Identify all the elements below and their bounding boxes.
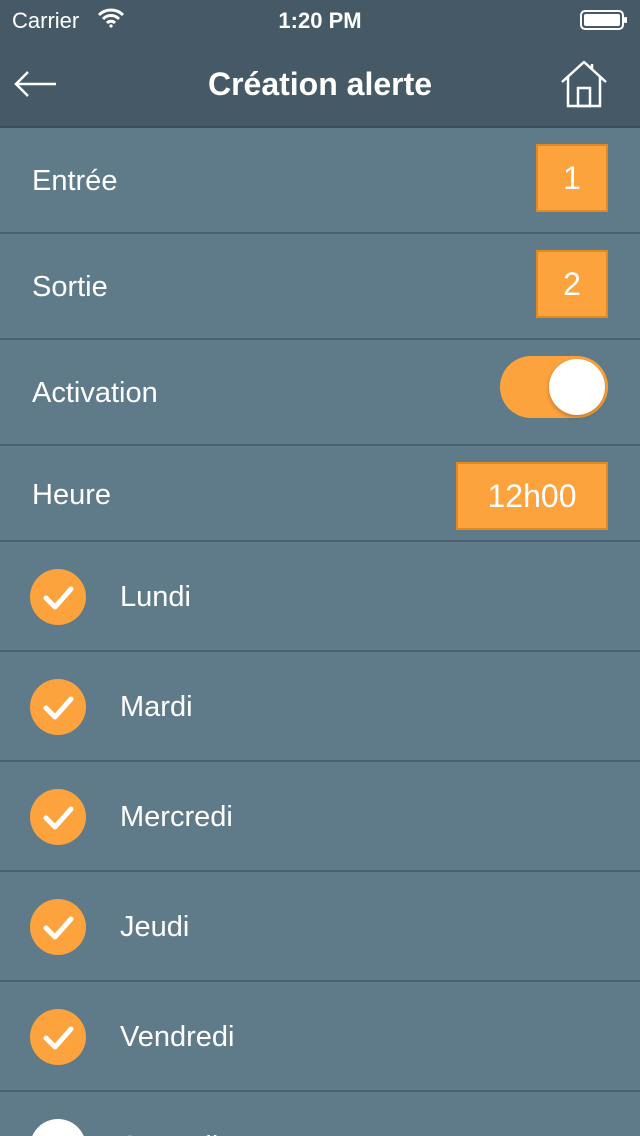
day-row-vendredi[interactable]: Vendredi <box>0 982 640 1092</box>
heure-row: Heure 12h00 <box>0 446 640 542</box>
day-label: Vendredi <box>120 1021 235 1053</box>
checkmark-icon[interactable] <box>30 899 86 955</box>
day-row-jeudi[interactable]: Jeudi <box>0 872 640 982</box>
battery-icon <box>580 10 628 30</box>
app-header: Carrier 1:20 PM Création alerte <box>0 0 640 128</box>
heure-label: Heure <box>32 479 111 511</box>
heure-value-box[interactable]: 12h00 <box>456 462 608 530</box>
day-label: Mercredi <box>120 801 233 833</box>
navigation-bar: Création alerte <box>0 40 640 128</box>
activation-toggle[interactable] <box>500 356 608 418</box>
sortie-value-box[interactable]: 2 <box>536 250 608 318</box>
toggle-knob <box>549 359 605 415</box>
entree-row: Entrée 1 <box>0 128 640 234</box>
day-row-samedi[interactable]: Samedi <box>0 1092 640 1136</box>
home-icon <box>556 60 612 116</box>
day-row-mardi[interactable]: Mardi <box>0 652 640 762</box>
checkmark-icon[interactable] <box>30 1009 86 1065</box>
day-label: Jeudi <box>120 911 190 943</box>
sortie-label: Sortie <box>32 271 108 303</box>
checkmark-icon[interactable] <box>30 789 86 845</box>
status-time: 1:20 PM <box>278 8 362 33</box>
entree-label: Entrée <box>32 165 118 197</box>
entree-value-box[interactable]: 1 <box>536 144 608 212</box>
activation-label: Activation <box>32 377 158 409</box>
status-bar: Carrier 1:20 PM <box>0 0 640 40</box>
checkmark-icon[interactable] <box>30 679 86 735</box>
day-row-lundi[interactable]: Lundi <box>0 542 640 652</box>
day-row-mercredi[interactable]: Mercredi <box>0 762 640 872</box>
activation-row: Activation <box>0 340 640 446</box>
page-title: Création alerte <box>207 66 433 102</box>
day-label: Samedi <box>120 1127 218 1136</box>
checkmark-icon[interactable] <box>30 569 86 625</box>
sortie-row: Sortie 2 <box>0 234 640 340</box>
day-label: Mardi <box>120 691 193 723</box>
day-label: Lundi <box>120 581 191 613</box>
unchecked-circle-icon[interactable] <box>30 1119 86 1136</box>
home-button[interactable] <box>556 56 612 112</box>
